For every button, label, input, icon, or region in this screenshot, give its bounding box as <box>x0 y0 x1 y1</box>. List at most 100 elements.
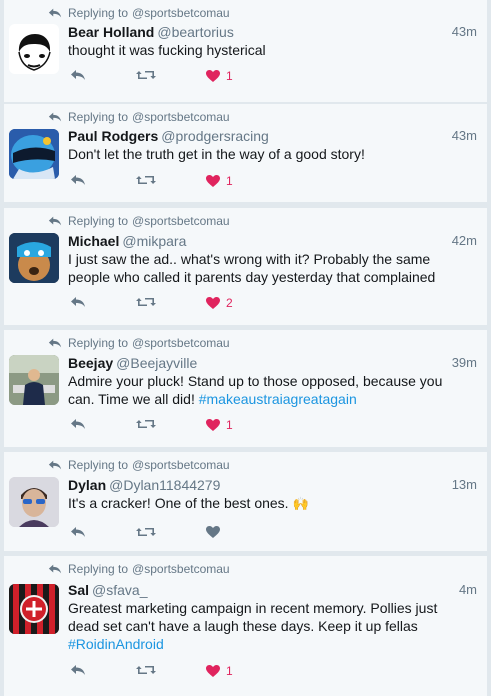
timestamp[interactable]: 43m <box>452 24 477 39</box>
tweet-card[interactable]: Replying to @sportsbetcomau Michael @mikpa… <box>4 208 487 326</box>
reply-context: Replying to @sportsbetcomau <box>48 110 230 124</box>
like-button[interactable]: 1 <box>206 418 233 432</box>
reply-target[interactable]: @sportsbetcomau <box>132 336 230 350</box>
avatar[interactable] <box>9 584 59 634</box>
tweet-text-fragment: can. Time we all did! <box>68 391 195 407</box>
user-handle[interactable]: @Dylan11844279 <box>109 477 220 493</box>
display-name[interactable]: Paul Rodgers <box>68 128 158 144</box>
tweet-text: thought it was fucking hysterical <box>68 42 266 58</box>
retweet-button[interactable] <box>136 174 156 186</box>
reply-context-icon <box>48 563 62 575</box>
tweet-card[interactable]: Replying to @sportsbetcomau Bear Holland @… <box>4 0 487 103</box>
reply-prefix: Replying to <box>68 562 129 576</box>
display-name[interactable]: Michael <box>68 233 119 249</box>
tweet-card[interactable]: Replying to @sportsbetcomau Beejay @Beejay… <box>4 330 487 448</box>
retweet-button[interactable] <box>136 296 156 308</box>
timestamp[interactable]: 4m <box>459 582 477 597</box>
reply-button[interactable] <box>70 664 86 676</box>
tweet-text-line: can. Time we all did! #makeaustraiagreat… <box>68 390 473 408</box>
reply-button[interactable] <box>70 526 86 538</box>
reply-button[interactable] <box>70 418 86 430</box>
timestamp[interactable]: 13m <box>452 477 477 492</box>
tweet-card[interactable]: Replying to @sportsbetcomau Dylan @Dylan11… <box>4 452 487 552</box>
retweet-button[interactable] <box>136 526 156 538</box>
user-handle[interactable]: @beartorius <box>157 24 233 40</box>
hashtag-link[interactable]: #RoidinAndroid <box>68 635 473 653</box>
tweet-header: Michael @mikpara <box>68 232 186 250</box>
like-button[interactable]: 1 <box>206 664 233 678</box>
tweet-card[interactable]: Replying to @sportsbetcomau Paul Rodgers @… <box>4 104 487 203</box>
hashtag-link[interactable]: #makeaustraiagreatagain <box>199 391 357 407</box>
user-handle[interactable]: @mikpara <box>122 233 186 249</box>
reply-target[interactable]: @sportsbetcomau <box>132 110 230 124</box>
tweet-text: Don't let the truth get in the way of a … <box>68 146 365 162</box>
action-bar: 1 <box>68 664 268 680</box>
like-count: 1 <box>226 664 233 678</box>
reply-context-icon <box>48 7 62 19</box>
reply-target[interactable]: @sportsbetcomau <box>132 458 230 472</box>
heart-icon <box>206 665 220 677</box>
retweet-button[interactable] <box>136 418 156 430</box>
user-handle[interactable]: @sfava_ <box>92 582 147 598</box>
retweet-icon <box>136 664 156 676</box>
reply-target[interactable]: @sportsbetcomau <box>132 6 230 20</box>
reply-prefix: Replying to <box>68 110 129 124</box>
like-button[interactable] <box>206 526 220 538</box>
avatar[interactable] <box>9 477 59 527</box>
display-name[interactable]: Beejay <box>68 355 113 371</box>
timestamp[interactable]: 43m <box>452 128 477 143</box>
reply-context-icon <box>48 337 62 349</box>
retweet-icon <box>136 69 156 81</box>
timeline: Replying to @sportsbetcomau Bear Holland @… <box>0 0 491 696</box>
tweet-card[interactable]: Replying to @sportsbetcomau Sal @sfava_ 4m… <box>4 556 487 696</box>
like-count: 1 <box>226 174 233 188</box>
reply-button[interactable] <box>70 174 86 186</box>
avatar[interactable] <box>9 129 59 179</box>
tweet-text-fragment: It's a cracker! One of the best ones. <box>68 495 289 511</box>
retweet-icon <box>136 174 156 186</box>
tweet-text-line: dead set can't have a laugh these days. … <box>68 618 418 634</box>
reply-button[interactable] <box>70 296 86 308</box>
retweet-button[interactable] <box>136 664 156 676</box>
person-outdoor-avatar-icon <box>9 355 59 405</box>
reply-button[interactable] <box>70 69 86 81</box>
timestamp[interactable]: 39m <box>452 355 477 370</box>
reply-context-icon <box>48 111 62 123</box>
reply-prefix: Replying to <box>68 6 129 20</box>
reply-context: Replying to @sportsbetcomau <box>48 214 230 228</box>
heart-icon <box>206 419 220 431</box>
display-name[interactable]: Sal <box>68 582 89 598</box>
like-button[interactable]: 1 <box>206 69 233 83</box>
like-count: 2 <box>226 296 233 310</box>
action-bar: 2 <box>68 296 268 312</box>
display-name[interactable]: Bear Holland <box>68 24 154 40</box>
reply-target[interactable]: @sportsbetcomau <box>132 562 230 576</box>
avatar[interactable] <box>9 233 59 283</box>
user-handle[interactable]: @Beejayville <box>116 355 197 371</box>
reply-icon <box>70 418 86 430</box>
ac-milan-badge-avatar-icon <box>9 584 59 634</box>
display-name[interactable]: Dylan <box>68 477 106 493</box>
reply-context: Replying to @sportsbetcomau <box>48 336 230 350</box>
like-button[interactable]: 2 <box>206 296 233 310</box>
tweet-text-line: Admire your pluck! Stand up to those opp… <box>68 373 443 389</box>
retweet-icon <box>136 526 156 538</box>
reply-context: Replying to @sportsbetcomau <box>48 562 230 576</box>
tweet-text: It's a cracker! One of the best ones. 🙌 <box>68 494 473 513</box>
timestamp[interactable]: 42m <box>452 233 477 248</box>
reply-prefix: Replying to <box>68 214 129 228</box>
like-button[interactable]: 1 <box>206 174 233 188</box>
reply-icon <box>70 296 86 308</box>
cartoon-face-avatar-icon <box>18 34 51 71</box>
action-bar <box>68 526 268 542</box>
reply-prefix: Replying to <box>68 336 129 350</box>
tweet-header: Dylan @Dylan11844279 <box>68 476 220 494</box>
racing-helmet-avatar-icon <box>9 129 59 179</box>
tweet-header: Sal @sfava_ <box>68 581 147 599</box>
avatar[interactable] <box>9 355 59 405</box>
avatar[interactable] <box>9 24 59 74</box>
reply-target[interactable]: @sportsbetcomau <box>132 214 230 228</box>
tweet-text: Greatest marketing campaign in recent me… <box>68 599 473 653</box>
user-handle[interactable]: @prodgersracing <box>161 128 269 144</box>
retweet-button[interactable] <box>136 69 156 81</box>
